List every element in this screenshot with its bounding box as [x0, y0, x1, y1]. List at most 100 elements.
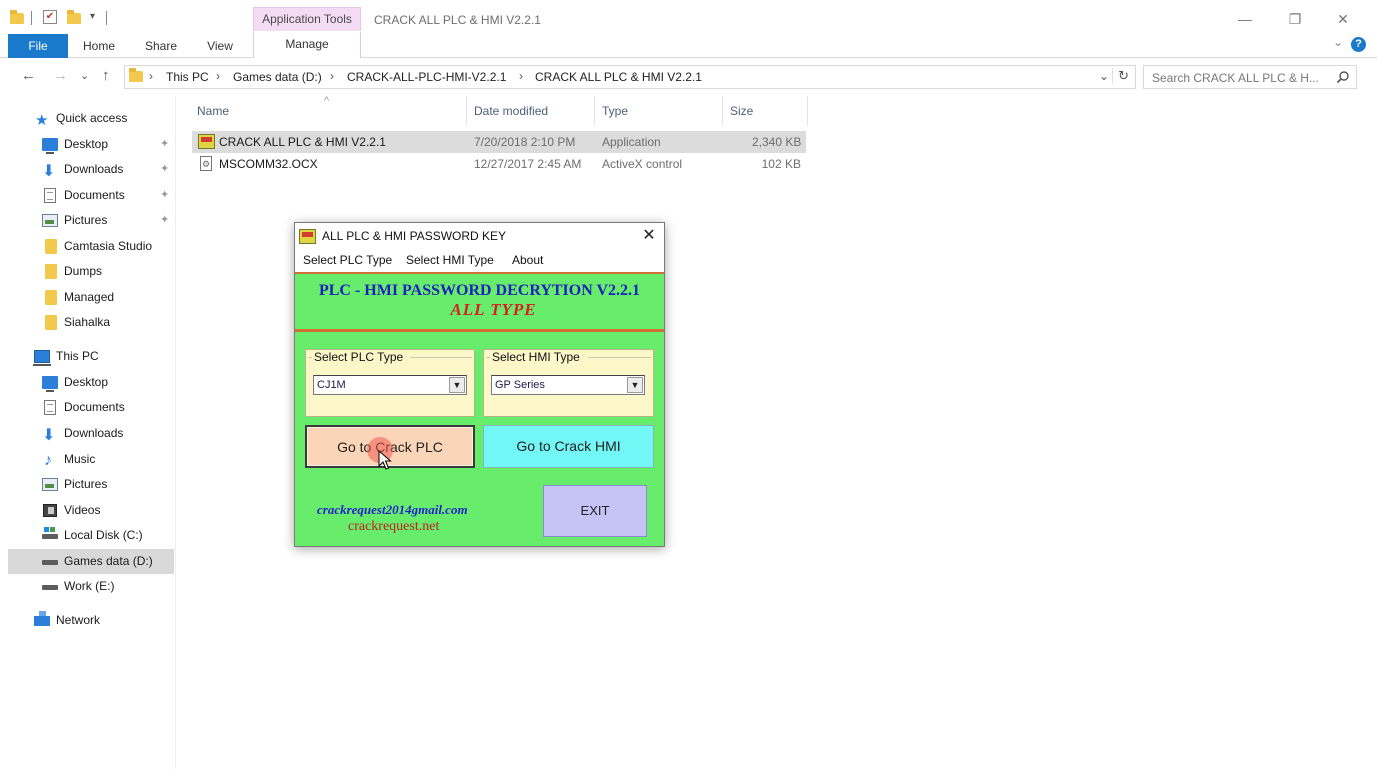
- address-dropdown-icon[interactable]: ⌄: [1099, 69, 1109, 83]
- folder-icon[interactable]: [10, 10, 24, 24]
- tab-view[interactable]: View: [200, 34, 240, 58]
- back-icon[interactable]: ←: [21, 66, 36, 86]
- column-header-size[interactable]: Size: [724, 96, 808, 126]
- sidebar-item-this-pc[interactable]: This PC: [8, 344, 174, 369]
- sidebar-item-pc-documents[interactable]: Documents: [8, 395, 174, 420]
- address-bar[interactable]: › This PC › Games data (D:) › CRACK-ALL-…: [124, 65, 1136, 89]
- sidebar-item-documents[interactable]: Documents ✦: [8, 183, 174, 208]
- banner-title: PLC - HMI PASSWORD DECRYTION V2.2.1: [318, 282, 641, 299]
- file-name: CRACK ALL PLC & HMI V2.2.1: [219, 135, 386, 149]
- sidebar-item-label: Games data (D:): [64, 554, 153, 568]
- column-header-date-modified[interactable]: Date modified: [468, 96, 595, 126]
- tab-manage[interactable]: Manage: [253, 32, 361, 58]
- sidebar-item-camtasia-studio[interactable]: Camtasia Studio: [8, 234, 174, 259]
- sidebar-item-siahalka[interactable]: Siahalka: [8, 310, 174, 335]
- column-header-type[interactable]: Type: [596, 96, 723, 126]
- exit-button[interactable]: EXIT: [543, 485, 647, 537]
- go-to-crack-hmi-button[interactable]: Go to Crack HMI: [483, 425, 654, 468]
- folder-icon: [45, 290, 57, 305]
- folder-icon: [45, 315, 57, 330]
- forward-icon[interactable]: →: [53, 66, 68, 86]
- plc-type-select[interactable]: CJ1M ▼: [313, 375, 467, 395]
- sidebar-item-label: Work (E:): [64, 579, 115, 593]
- customize-toolbar-icon[interactable]: ▾: [90, 11, 95, 22]
- file-date: 12/27/2017 2:45 AM: [474, 157, 582, 171]
- restore-button[interactable]: ❐: [1272, 8, 1318, 30]
- file-row[interactable]: CRACK ALL PLC & HMI V2.2.1 7/20/2018 2:1…: [192, 131, 806, 153]
- ribbon-expand-icon[interactable]: ⌄: [1333, 35, 1343, 49]
- banner: PLC - HMI PASSWORD DECRYTION V2.2.1 ALL …: [295, 272, 664, 332]
- breadcrumb-crack-folder[interactable]: CRACK-ALL-PLC-HMI-V2.2.1: [347, 70, 506, 84]
- tab-share[interactable]: Share: [140, 34, 182, 58]
- close-button[interactable]: ✕: [1320, 8, 1366, 30]
- window-title: CRACK ALL PLC & HMI V2.2.1: [374, 13, 541, 27]
- properties-icon[interactable]: ✔: [43, 10, 57, 24]
- hmi-type-group: Select HMI Type GP Series ▼: [483, 349, 654, 417]
- menu-about[interactable]: About: [512, 253, 543, 267]
- folder-icon: [129, 68, 143, 82]
- search-icon[interactable]: [1336, 70, 1350, 84]
- breadcrumb-chevron-icon[interactable]: ›: [149, 69, 153, 83]
- dialog-body: PLC - HMI PASSWORD DECRYTION V2.2.1 ALL …: [295, 272, 664, 546]
- pictures-icon: [42, 214, 58, 227]
- group-border: [486, 357, 490, 358]
- breadcrumb-chevron-icon[interactable]: ›: [216, 69, 220, 83]
- sidebar-item-label: Quick access: [56, 111, 128, 125]
- title-bar: ✔ ▾ Application Tools CRACK ALL PLC & HM…: [0, 0, 1377, 32]
- file-row[interactable]: MSCOMM32.OCX 12/27/2017 2:45 AM ActiveX …: [192, 153, 806, 175]
- sidebar-item-pc-pictures[interactable]: Pictures: [8, 472, 174, 497]
- mouse-cursor-icon: [378, 450, 392, 470]
- sidebar-item-pc-music[interactable]: ♪ Music: [8, 447, 174, 472]
- sidebar-item-network[interactable]: Network: [8, 608, 174, 633]
- sidebar-item-downloads[interactable]: ⬇ Downloads ✦: [8, 157, 174, 182]
- breadcrumb-chevron-icon[interactable]: ›: [519, 69, 523, 83]
- sidebar-item-pictures[interactable]: Pictures ✦: [8, 208, 174, 233]
- pin-icon: ✦: [160, 189, 170, 201]
- help-icon[interactable]: ?: [1351, 37, 1366, 52]
- sidebar-item-work-e[interactable]: Work (E:): [8, 574, 174, 599]
- app-icon: [299, 229, 316, 244]
- star-icon: ★: [35, 112, 49, 129]
- breadcrumb-chevron-icon[interactable]: ›: [330, 69, 334, 83]
- minimize-button[interactable]: —: [1222, 8, 1268, 30]
- separator: [31, 11, 32, 25]
- search-input[interactable]: Search CRACK ALL PLC & H...: [1143, 65, 1357, 89]
- sidebar-item-label: Local Disk (C:): [64, 528, 143, 542]
- sidebar-item-label: Downloads: [64, 426, 124, 440]
- hmi-type-select[interactable]: GP Series ▼: [491, 375, 645, 395]
- network-icon: [34, 611, 50, 626]
- banner-subtitle: ALL TYPE: [450, 300, 537, 319]
- tab-home[interactable]: Home: [78, 34, 120, 58]
- application-tools-context-tab: Application Tools: [253, 7, 361, 31]
- sidebar-item-label: Desktop: [64, 137, 109, 151]
- pin-icon: ✦: [160, 163, 170, 175]
- group-border: [588, 357, 651, 358]
- menu-select-plc-type[interactable]: Select PLC Type: [303, 253, 392, 267]
- sidebar-item-pc-downloads[interactable]: ⬇ Downloads: [8, 421, 174, 446]
- tab-file[interactable]: File: [8, 34, 68, 58]
- sidebar-item-desktop[interactable]: Desktop ✦: [8, 132, 174, 157]
- breadcrumb-this-pc[interactable]: This PC: [166, 70, 209, 84]
- website-link[interactable]: crackrequest.net: [348, 519, 439, 535]
- sidebar-item-label: Documents: [64, 188, 125, 202]
- chevron-down-icon[interactable]: ▼: [627, 377, 643, 393]
- breadcrumb-current-folder[interactable]: CRACK ALL PLC & HMI V2.2.1: [535, 70, 702, 84]
- sidebar-item-pc-desktop[interactable]: Desktop: [8, 370, 174, 395]
- sidebar-item-games-data-d[interactable]: Games data (D:): [8, 549, 174, 574]
- menu-select-hmi-type[interactable]: Select HMI Type: [406, 253, 494, 267]
- desktop-icon: [42, 376, 58, 392]
- breadcrumb-games-data[interactable]: Games data (D:): [233, 70, 322, 84]
- up-icon[interactable]: ↑: [102, 66, 110, 86]
- file-size: 102 KB: [761, 157, 801, 171]
- sidebar-item-local-disk-c[interactable]: Local Disk (C:): [8, 523, 174, 548]
- refresh-icon[interactable]: ↻: [1112, 68, 1129, 84]
- new-folder-icon[interactable]: [67, 10, 81, 24]
- sidebar-item-dumps[interactable]: Dumps: [8, 259, 174, 284]
- dialog-close-button[interactable]: ✕: [638, 225, 660, 247]
- separator: [106, 11, 107, 25]
- sidebar-item-managed[interactable]: Managed: [8, 285, 174, 310]
- sidebar-item-pc-videos[interactable]: Videos: [8, 498, 174, 523]
- recent-locations-icon[interactable]: ⌄: [80, 66, 89, 86]
- sidebar-item-quick-access[interactable]: ★ Quick access: [8, 106, 174, 131]
- chevron-down-icon[interactable]: ▼: [449, 377, 465, 393]
